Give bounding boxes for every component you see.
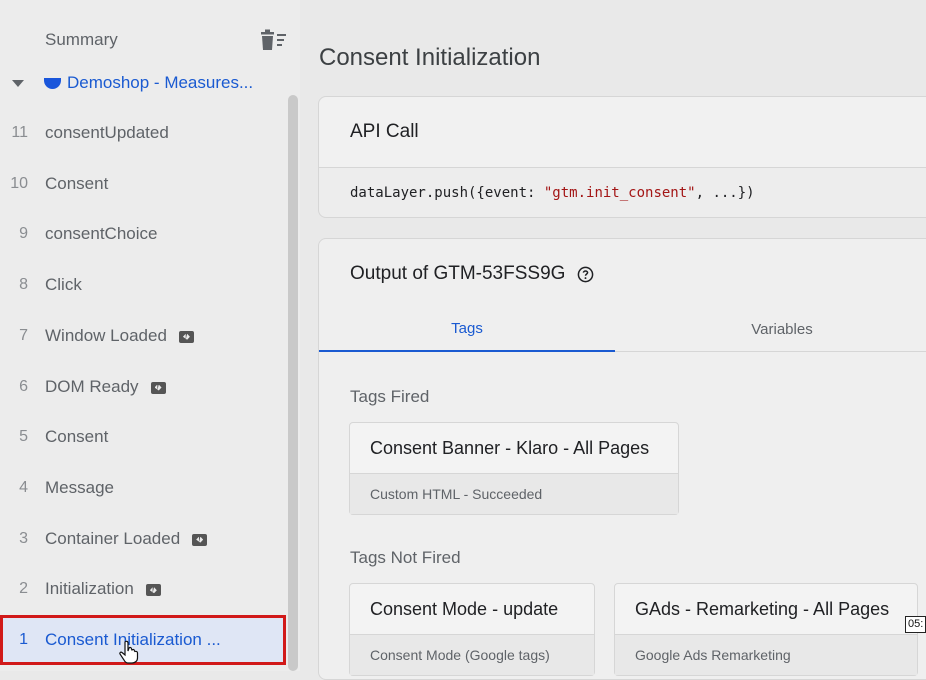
output-card: Output of GTM-53FSS9G Tags Variables Tag… — [318, 238, 926, 680]
container-icon — [44, 77, 61, 89]
not-fired-tag-card[interactable]: GAds - Remarketing - All Pages Google Ad… — [614, 583, 918, 676]
gtm-event-icon — [192, 533, 208, 546]
output-heading-text: Output of GTM-53FSS9G — [350, 263, 566, 284]
event-item[interactable]: 2 Initialization — [0, 564, 286, 614]
gtm-event-icon — [145, 584, 161, 597]
tags-not-fired-label: Tags Not Fired — [350, 548, 461, 567]
event-number: 11 — [11, 124, 28, 141]
output-tabs: Tags Variables — [319, 307, 926, 352]
event-number: 2 — [19, 580, 28, 598]
event-number: 5 — [19, 428, 28, 446]
event-label: consentUpdated — [45, 123, 169, 142]
clear-messages-icon[interactable] — [258, 29, 288, 53]
event-label: DOM Ready — [45, 376, 139, 396]
event-label: Consent — [45, 427, 109, 447]
event-label: Container Loaded — [45, 528, 181, 548]
event-number: 4 — [19, 478, 28, 496]
event-label: Window Loaded — [45, 325, 167, 345]
api-call-heading: API Call — [319, 97, 926, 168]
event-label: consentChoice — [45, 224, 158, 244]
gtm-event-icon — [178, 330, 194, 343]
tag-status: Custom HTML - Succeeded — [350, 474, 678, 514]
event-item[interactable]: 10 Consent — [0, 159, 286, 209]
help-icon[interactable] — [577, 266, 594, 283]
event-number: 3 — [19, 529, 28, 547]
code-prefix: dataLayer.push({event: — [350, 185, 544, 201]
video-timestamp: 05: — [905, 616, 926, 633]
api-call-code: dataLayer.push({event: "gtm.init_consent… — [319, 168, 926, 201]
tag-name: Consent Banner - Klaro - All Pages — [350, 423, 678, 474]
tag-name: Consent Mode - update — [350, 584, 594, 635]
event-label: Initialization — [45, 579, 134, 599]
container-row[interactable]: Demoshop - Measures... — [0, 70, 290, 96]
event-item[interactable]: 6 DOM Ready — [0, 362, 286, 412]
tags-fired-label: Tags Fired — [350, 387, 430, 406]
fired-tag-card[interactable]: Consent Banner - Klaro - All Pages Custo… — [349, 422, 679, 515]
page-title: Consent Initialization — [319, 44, 541, 71]
caret-down-icon[interactable] — [12, 79, 24, 87]
main-panel: Consent Initialization API Call dataLaye… — [300, 0, 926, 680]
tab-variables[interactable]: Variables — [637, 307, 926, 351]
event-number: 8 — [19, 276, 28, 294]
event-item[interactable]: 5 Consent — [0, 412, 286, 462]
code-event-string: "gtm.init_consent" — [543, 185, 696, 201]
sidebar: Summary Demoshop - Measures... 11 consent… — [0, 0, 300, 671]
tag-name: GAds - Remarketing - All Pages — [615, 584, 917, 635]
event-label: Message — [45, 477, 114, 497]
hand-pointer-icon — [119, 640, 139, 664]
not-fired-tag-card[interactable]: Consent Mode - update Consent Mode (Goog… — [349, 583, 595, 676]
container-label: Demoshop - Measures... — [67, 73, 254, 92]
event-number: 6 — [19, 377, 28, 395]
event-label: Consent — [45, 173, 109, 193]
tag-type: Google Ads Remarketing — [615, 635, 917, 675]
event-number: 10 — [10, 174, 28, 192]
event-item[interactable]: 7 Window Loaded — [0, 311, 286, 361]
tag-type: Consent Mode (Google tags) — [350, 635, 594, 675]
sidebar-scrollbar[interactable] — [288, 95, 298, 671]
event-label: Click — [45, 275, 82, 295]
api-call-card: API Call dataLayer.push({event: "gtm.ini… — [318, 96, 926, 218]
code-suffix: , ...}) — [695, 185, 755, 201]
output-heading: Output of GTM-53FSS9G — [350, 263, 594, 285]
tab-tags[interactable]: Tags — [319, 307, 615, 352]
event-number: 7 — [19, 326, 28, 344]
gtm-event-icon — [150, 381, 166, 394]
event-item[interactable]: 9 consentChoice — [0, 209, 286, 259]
event-item[interactable]: 11 consentUpdated — [0, 108, 286, 158]
event-item[interactable]: 1 Consent Initialization ... — [0, 615, 286, 665]
summary-label[interactable]: Summary — [45, 30, 118, 50]
event-number: 9 — [19, 225, 28, 243]
event-item[interactable]: 8 Click — [0, 260, 286, 310]
event-item[interactable]: 3 Container Loaded — [0, 514, 286, 564]
event-number: 1 — [19, 631, 28, 648]
event-item[interactable]: 4 Message — [0, 463, 286, 513]
